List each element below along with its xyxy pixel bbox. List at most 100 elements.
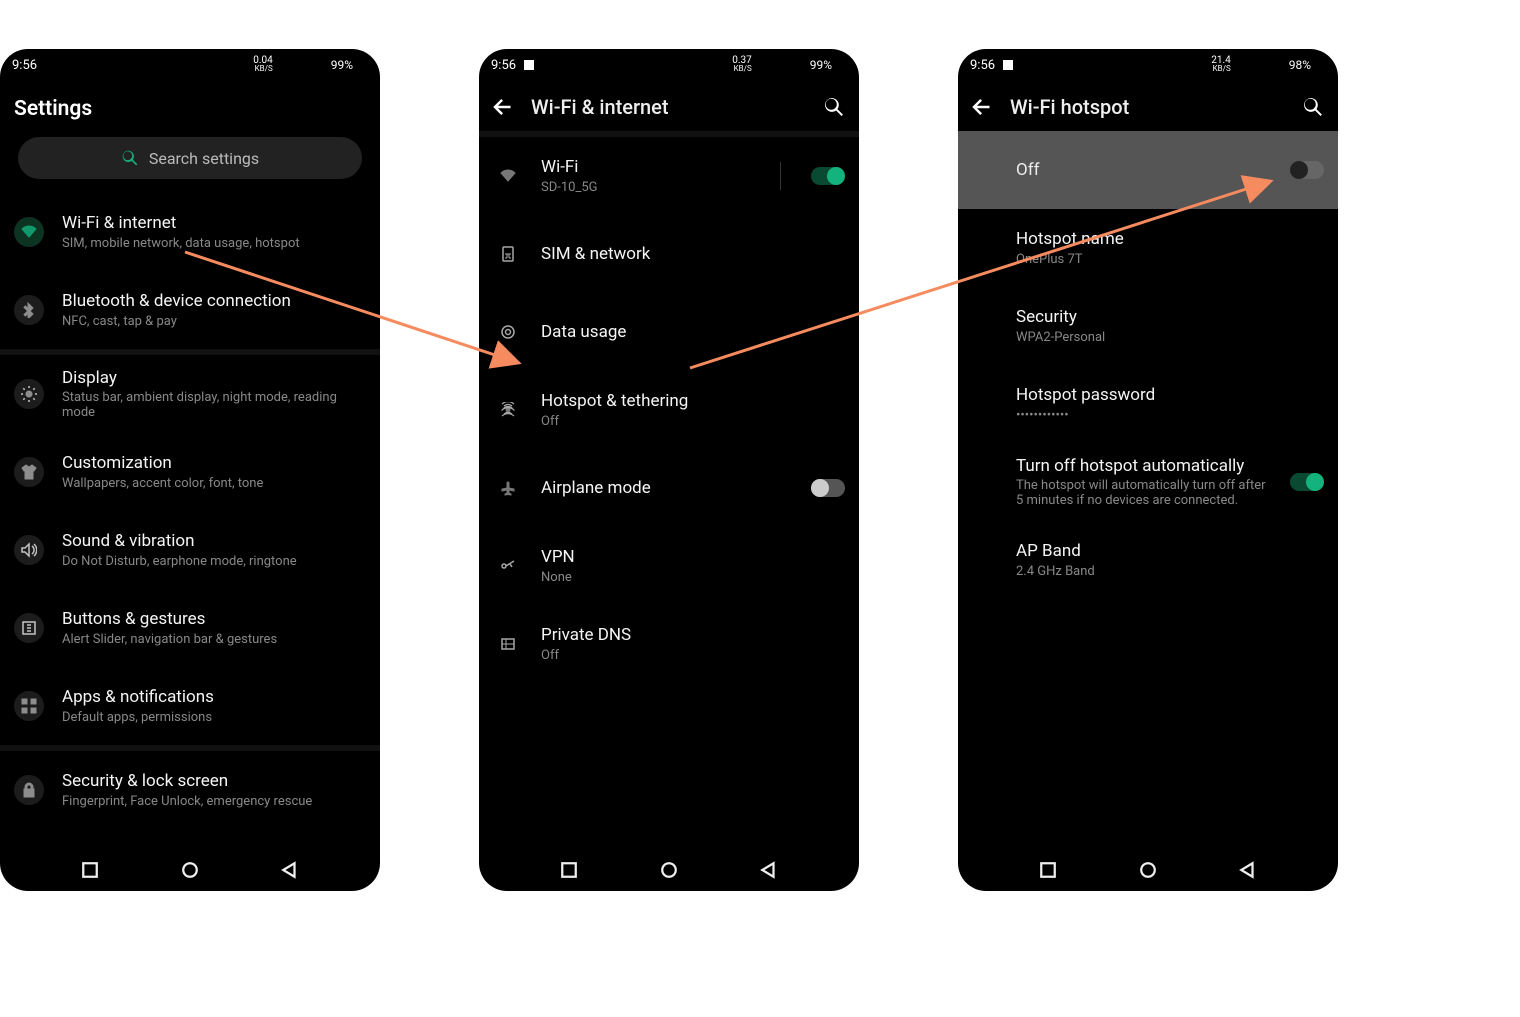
search-icon[interactable] <box>1302 96 1324 118</box>
row-title: Hotspot password <box>1016 385 1324 405</box>
screenshot-icon <box>1003 60 1013 70</box>
row-buttons[interactable]: Buttons & gesturesAlert Slider, navigati… <box>0 589 380 667</box>
row-hotspot-switch[interactable]: Off <box>958 131 1338 209</box>
signal-icon <box>776 59 788 71</box>
row-title: Data usage <box>541 322 845 342</box>
status-battery: 99% <box>810 58 832 72</box>
row-privacy[interactable]: PrivacyPermissions, personal data <box>0 829 380 849</box>
signal-icon <box>1272 59 1284 71</box>
back-icon[interactable] <box>493 97 513 117</box>
wifi-active-icon <box>14 217 44 247</box>
status-time: 9:56 <box>970 58 995 73</box>
row-wifi-internet[interactable]: Wi-Fi & internetSIM, mobile network, dat… <box>0 193 380 271</box>
search-settings[interactable]: Search settings <box>18 137 362 179</box>
vpn-icon <box>493 551 523 581</box>
row-sound[interactable]: Sound & vibrationDo Not Disturb, earphon… <box>0 511 380 589</box>
nav-home[interactable] <box>660 861 678 879</box>
row-subtitle: Alert Slider, navigation bar & gestures <box>62 632 366 647</box>
row-hotspot-name[interactable]: Hotspot nameOnePlus 7T <box>958 209 1338 287</box>
toggle-airplane[interactable] <box>811 479 845 497</box>
wifi-icon <box>1236 58 1250 72</box>
row-text: CustomizationWallpapers, accent color, f… <box>62 453 366 490</box>
buttons-icon <box>14 613 44 643</box>
row-display[interactable]: DisplayStatus bar, ambient display, nigh… <box>0 355 380 433</box>
row-text: Hotspot nameOnePlus 7T <box>1016 229 1324 266</box>
nav-back[interactable] <box>281 861 299 879</box>
lock-icon <box>14 775 44 805</box>
row-subtitle: None <box>541 570 845 585</box>
hotspot-list[interactable]: Off Hotspot nameOnePlus 7T SecurityWPA2-Pe… <box>958 131 1338 849</box>
wifi-internet-list[interactable]: Wi-FiSD-10_5G SIM & network Data usage Hots… <box>479 137 859 849</box>
status-speed: 21.4KB/S <box>1211 57 1231 73</box>
row-data[interactable]: Data usage <box>479 293 859 371</box>
row-subtitle: •••••••••••• <box>1016 408 1324 423</box>
row-title: Apps & notifications <box>62 687 366 707</box>
row-bluetooth[interactable]: Bluetooth & device connection NFC, cast, … <box>0 271 380 349</box>
row-vpn[interactable]: VPN None <box>479 527 859 605</box>
row-text: Hotspot password •••••••••••• <box>1016 385 1324 422</box>
row-title: Security & lock screen <box>62 771 366 791</box>
row-wifi[interactable]: Wi-FiSD-10_5G <box>479 137 859 215</box>
row-airplane[interactable]: Airplane mode <box>479 449 859 527</box>
row-password[interactable]: Hotspot password •••••••••••• <box>958 365 1338 443</box>
row-apps[interactable]: Apps & notificationsDefault apps, permis… <box>0 667 380 745</box>
row-title: SIM & network <box>541 244 845 264</box>
status-time: 9:56 <box>12 58 37 73</box>
row-ap-band[interactable]: AP Band2.4 GHz Band <box>958 521 1338 599</box>
row-title: Bluetooth & device connection <box>62 291 366 311</box>
settings-list[interactable]: Wi-Fi & internetSIM, mobile network, dat… <box>0 193 380 849</box>
row-title: Airplane mode <box>541 478 793 498</box>
hotspot-icon <box>493 395 523 425</box>
row-text: VPN None <box>541 547 845 584</box>
row-customization[interactable]: CustomizationWallpapers, accent color, f… <box>0 433 380 511</box>
row-dns[interactable]: Private DNSOff <box>479 605 859 683</box>
row-auto-off[interactable]: Turn off hotspot automaticallyThe hotspo… <box>958 443 1338 521</box>
row-text: DisplayStatus bar, ambient display, nigh… <box>62 368 366 420</box>
row-text: SecurityWPA2-Personal <box>1016 307 1324 344</box>
row-text: Turn off hotspot automaticallyThe hotspo… <box>1016 456 1272 508</box>
toggle-hotspot-switch[interactable] <box>1290 161 1324 179</box>
signal-icon <box>1255 59 1267 71</box>
nav-home[interactable] <box>1139 861 1157 879</box>
app-bar: Wi-Fi & internet <box>479 81 859 131</box>
row-sim[interactable]: SIM & network <box>479 215 859 293</box>
page-title: Wi-Fi & internet <box>531 95 805 119</box>
status-speed: 0.37KB/S <box>732 57 752 73</box>
row-subtitle: Off <box>541 414 845 429</box>
row-text: Hotspot & tetheringOff <box>541 391 845 428</box>
row-hotspot[interactable]: Hotspot & tetheringOff <box>479 371 859 449</box>
toggle-wifi[interactable] <box>811 167 845 185</box>
row-subtitle: Wallpapers, accent color, font, tone <box>62 476 366 491</box>
divider <box>780 162 781 190</box>
row-title: VPN <box>541 547 845 567</box>
nav-recents[interactable] <box>1039 861 1057 879</box>
back-icon[interactable] <box>972 97 992 117</box>
row-subtitle: Status bar, ambient display, night mode,… <box>62 390 366 420</box>
toggle-auto-off[interactable] <box>1290 473 1324 491</box>
row-subtitle: WPA2-Personal <box>1016 330 1324 345</box>
row-subtitle: NFC, cast, tap & pay <box>62 314 366 329</box>
row-text: Airplane mode <box>541 478 793 498</box>
nav-home[interactable] <box>181 861 199 879</box>
search-icon[interactable] <box>823 96 845 118</box>
row-title: Private DNS <box>541 625 845 645</box>
row-security[interactable]: Security & lock screenFingerprint, Face … <box>0 751 380 829</box>
sim-icon <box>493 239 523 269</box>
status-battery: 98% <box>1289 58 1311 72</box>
row-title: Turn off hotspot automatically <box>1016 456 1272 476</box>
battery-icon <box>358 58 368 72</box>
bluetooth-icon <box>14 295 44 325</box>
nav-recents[interactable] <box>81 861 99 879</box>
nav-back[interactable] <box>760 861 778 879</box>
wifi-icon <box>757 58 771 72</box>
row-title: Wi-Fi & internet <box>62 213 366 233</box>
nav-back[interactable] <box>1239 861 1257 879</box>
nav-recents[interactable] <box>560 861 578 879</box>
row-text: Off <box>1016 160 1272 180</box>
row-security[interactable]: SecurityWPA2-Personal <box>958 287 1338 365</box>
nav-bar <box>958 849 1338 891</box>
row-subtitle: OnePlus 7T <box>1016 252 1324 267</box>
row-subtitle: Do Not Disturb, earphone mode, ringtone <box>62 554 366 569</box>
row-title: Off <box>1016 160 1272 180</box>
row-text: Bluetooth & device connection NFC, cast, … <box>62 291 366 328</box>
